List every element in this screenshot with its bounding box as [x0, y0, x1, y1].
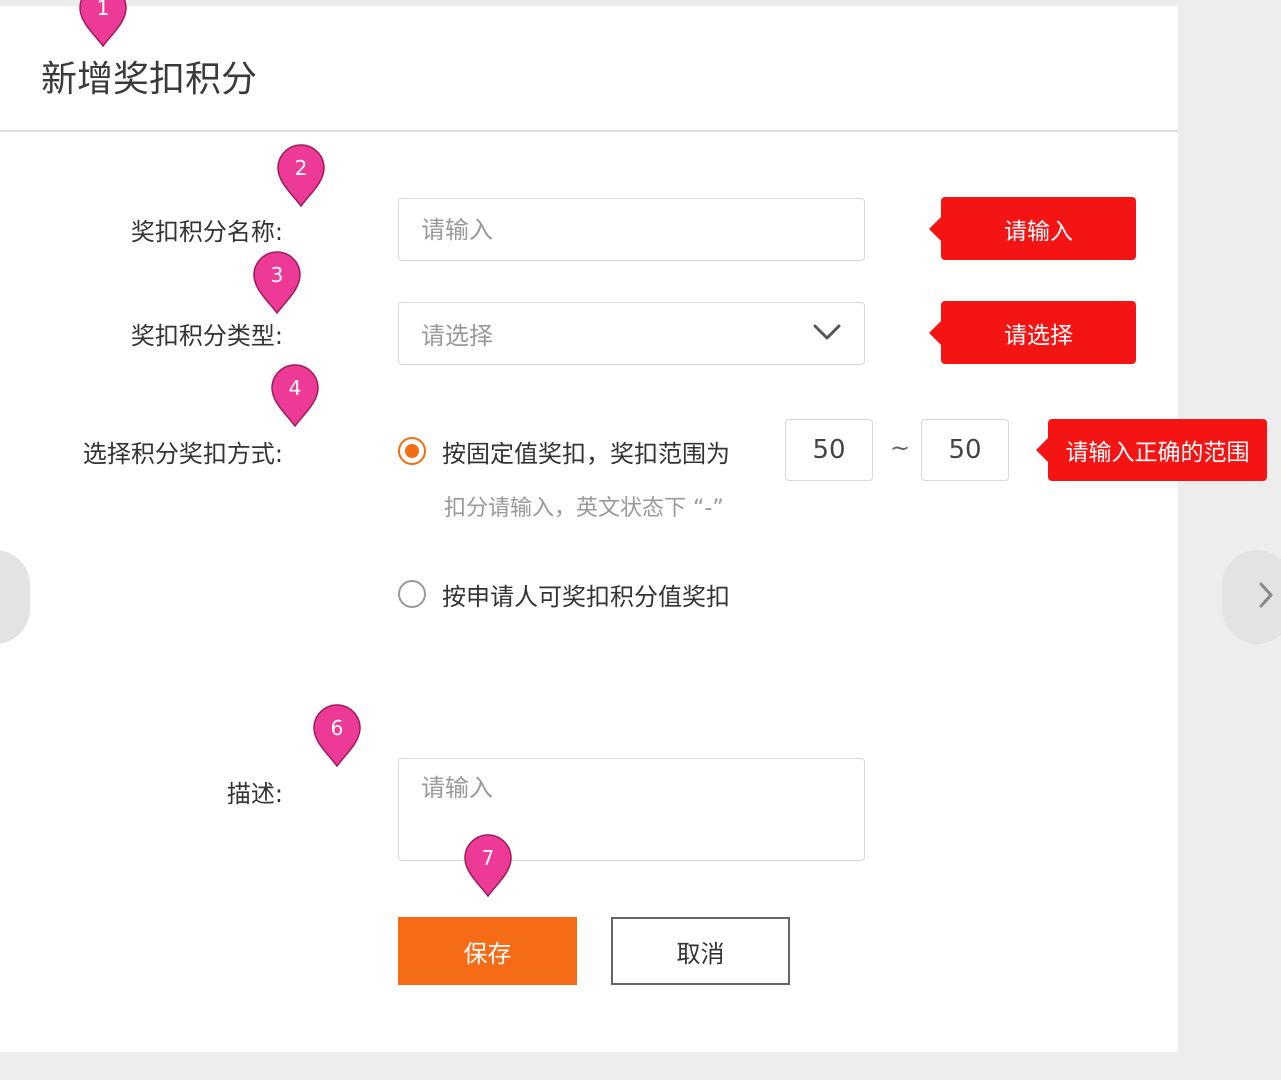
option-applicant-label: 按申请人可奖扣积分值奖扣: [442, 583, 730, 611]
range-max-input[interactable]: [921, 419, 1009, 481]
type-error-tip: 请选择: [929, 301, 1136, 364]
annotation-marker-1: 1: [78, 0, 128, 48]
type-select-value: 请选择: [421, 322, 493, 350]
annotation-marker-6: 6: [312, 704, 362, 768]
marker-number: 7: [482, 846, 495, 870]
marker-number: 6: [331, 716, 344, 740]
type-label: 奖扣积分类型:: [130, 322, 283, 350]
radio-fixed[interactable]: [398, 437, 426, 465]
page-title: 新增奖扣积分: [41, 59, 258, 100]
name-error-tip: 请输入: [929, 197, 1136, 260]
marker-number: 4: [289, 376, 302, 400]
range-separator: ~: [890, 434, 911, 462]
marker-number: 3: [271, 263, 284, 287]
form-card: 新增奖扣积分 奖扣积分名称: 请输入 奖扣积分类型: 请选择 请选择 选择积分奖…: [0, 6, 1267, 1052]
name-label: 奖扣积分名称:: [130, 218, 283, 246]
annotation-marker-7: 7: [463, 834, 513, 898]
annotation-marker-4: 4: [270, 364, 320, 428]
marker-number: 2: [295, 156, 308, 180]
marker-number: 1: [97, 0, 110, 20]
cancel-button[interactable]: 取消: [611, 917, 790, 985]
chevron-down-icon: [812, 320, 842, 348]
method-label: 选择积分奖扣方式:: [82, 440, 283, 468]
option-fixed-label: 按固定值奖扣，奖扣范围为: [442, 440, 730, 468]
description-label: 描述:: [226, 780, 283, 808]
next-button[interactable]: [1222, 550, 1281, 644]
range-min-input[interactable]: [785, 419, 873, 481]
type-select[interactable]: 请选择: [398, 302, 865, 365]
name-input[interactable]: [398, 198, 865, 261]
chevron-right-icon: [1257, 580, 1275, 614]
range-error-tip: 请输入正确的范围: [1036, 419, 1267, 481]
annotation-marker-2: 2: [276, 144, 326, 208]
radio-applicant[interactable]: [398, 580, 426, 608]
range-hint: 扣分请输入，英文状态下 “-”: [444, 496, 724, 521]
annotation-marker-3: 3: [252, 251, 302, 315]
save-button[interactable]: 保存: [398, 917, 577, 985]
header-divider: [0, 130, 1178, 132]
